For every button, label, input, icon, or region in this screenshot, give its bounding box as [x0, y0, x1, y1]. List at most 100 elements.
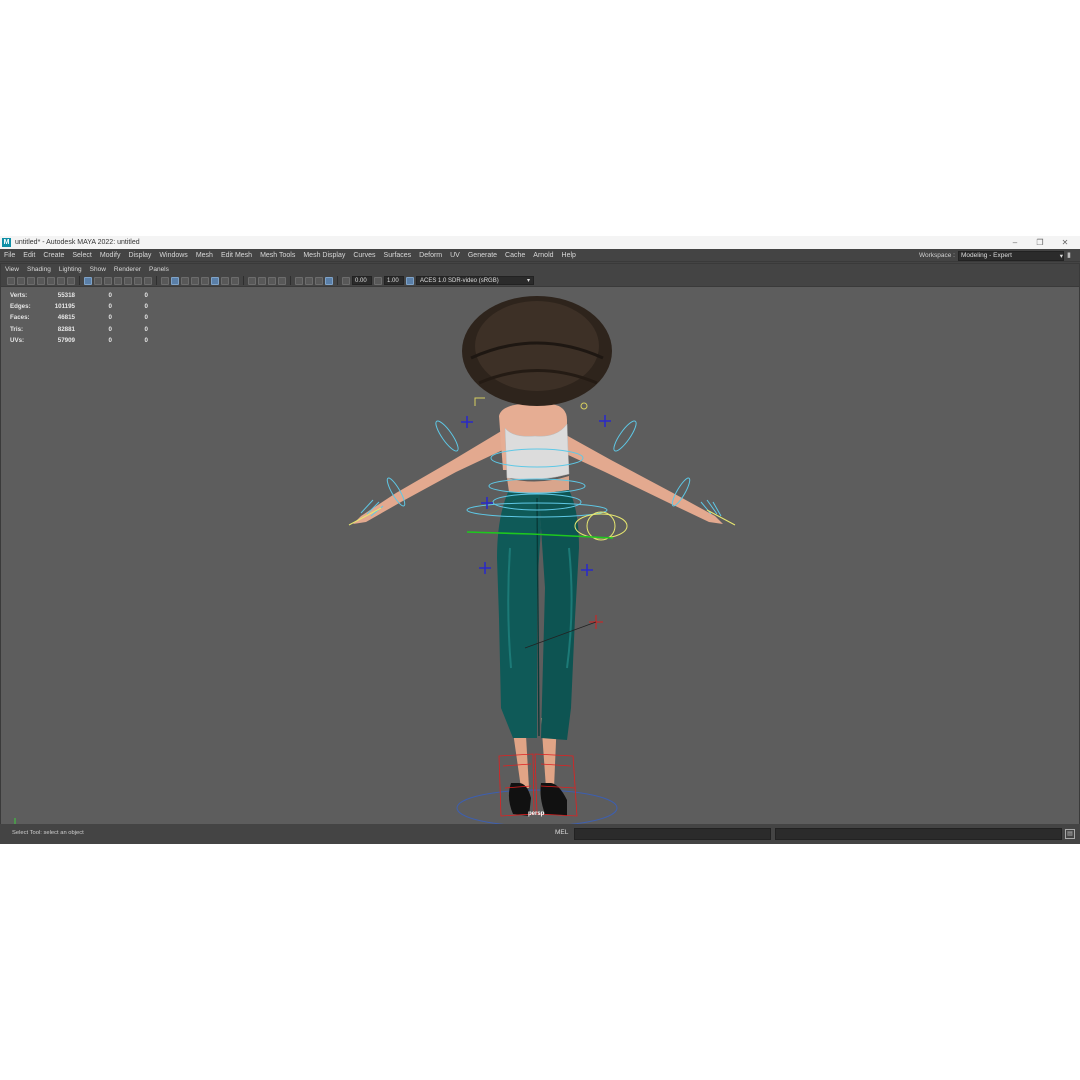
workspace-selector: Workspace : Modeling - Expert ▾ ▮	[919, 250, 1074, 261]
wireframe-on-shaded-icon[interactable]	[191, 276, 199, 285]
hud-label: Faces:	[10, 314, 30, 322]
hud-value: 0	[108, 292, 112, 300]
command-result-field	[775, 828, 1062, 840]
hud-row-edges: Edges: 101195 0 0	[10, 301, 148, 312]
panel-menu-view[interactable]: View	[1, 266, 23, 273]
screen-space-ao-icon[interactable]	[231, 276, 239, 285]
select-camera-icon[interactable]	[7, 276, 15, 285]
command-language-toggle[interactable]: MEL	[555, 829, 568, 836]
backface-culling-icon[interactable]	[325, 276, 333, 285]
hud-row-uvs: UVs: 57909 0 0	[10, 335, 148, 346]
hud-value: 0	[108, 336, 112, 344]
exposure-icon[interactable]	[342, 276, 350, 285]
default-material-icon[interactable]	[181, 276, 189, 285]
menu-arnold[interactable]: Arnold	[529, 252, 557, 259]
panel-toolbar: 0.00 1.00 ACES 1.0 SDR-video (sRGB) ▾	[1, 275, 1079, 287]
hud-value: 0	[144, 325, 148, 333]
panel-menu-shading[interactable]: Shading	[23, 266, 55, 273]
menu-deform[interactable]: Deform	[415, 252, 446, 259]
lock-camera-icon[interactable]	[17, 276, 25, 285]
hud-value: 0	[108, 314, 112, 322]
color-space-dropdown[interactable]: ACES 1.0 SDR-video (sRGB) ▾	[416, 276, 534, 285]
maya-window: M untitled* - Autodesk MAYA 2022: untitl…	[0, 236, 1080, 844]
xray-active-components-icon[interactable]	[305, 276, 313, 285]
menu-mesh[interactable]: Mesh	[192, 252, 217, 259]
hud-value: 0	[144, 314, 148, 322]
menu-mesh-display[interactable]: Mesh Display	[299, 252, 349, 259]
menu-generate[interactable]: Generate	[464, 252, 501, 259]
multisample-aa-icon[interactable]	[258, 276, 266, 285]
depth-of-field-icon[interactable]	[268, 276, 276, 285]
panel-menu-bar: View Shading Lighting Show Renderer Pane…	[1, 264, 1079, 275]
hud-row-faces: Faces: 46815 0 0	[10, 312, 148, 323]
gamma-field[interactable]: 1.00	[384, 276, 404, 285]
status-bar: Select Tool: select an object MEL ▤	[0, 824, 1080, 844]
script-editor-icon[interactable]: ▤	[1065, 829, 1075, 839]
safe-title-icon[interactable]	[144, 276, 152, 285]
color-management-icon[interactable]	[406, 276, 414, 285]
menu-cache[interactable]: Cache	[501, 252, 529, 259]
textured-icon[interactable]	[201, 276, 209, 285]
command-input[interactable]	[574, 828, 771, 840]
gamma-icon[interactable]	[374, 276, 382, 285]
menu-surfaces[interactable]: Surfaces	[380, 252, 416, 259]
2d-pan-zoom-icon[interactable]	[67, 276, 75, 285]
help-line: Select Tool: select an object	[12, 830, 84, 836]
camera-attributes-icon[interactable]	[27, 276, 35, 285]
menu-display[interactable]: Display	[124, 252, 155, 259]
menu-edit-mesh[interactable]: Edit Mesh	[217, 252, 256, 259]
menu-help[interactable]: Help	[558, 252, 580, 259]
panel-menu-renderer[interactable]: Renderer	[110, 266, 145, 273]
minimize-icon[interactable]: –	[1003, 236, 1027, 249]
wireframe-icon[interactable]	[161, 276, 169, 285]
menu-modify[interactable]: Modify	[96, 252, 125, 259]
menu-curves[interactable]: Curves	[349, 252, 379, 259]
bookmark-icon[interactable]	[37, 276, 45, 285]
smooth-shade-icon[interactable]	[171, 276, 179, 285]
character-hair	[462, 296, 612, 406]
grid-icon[interactable]	[84, 276, 92, 285]
xray-joints-icon[interactable]	[315, 276, 323, 285]
menu-mesh-tools[interactable]: Mesh Tools	[256, 252, 299, 259]
resolution-gate-icon[interactable]	[104, 276, 112, 285]
workspace-dropdown[interactable]: Modeling - Expert ▾	[958, 250, 1064, 261]
hud-label: Verts:	[10, 292, 28, 300]
grease-pencil-icon[interactable]	[57, 276, 65, 285]
menu-windows[interactable]: Windows	[155, 252, 191, 259]
menu-uv[interactable]: UV	[446, 252, 464, 259]
menu-create[interactable]: Create	[39, 252, 68, 259]
toolbar-divider	[337, 276, 338, 285]
exposure-field[interactable]: 0.00	[352, 276, 372, 285]
panel-menu-show[interactable]: Show	[86, 266, 110, 273]
toolbar-divider	[290, 276, 291, 285]
motion-blur-icon[interactable]	[248, 276, 256, 285]
character-pants	[497, 490, 579, 740]
hud-value: 55318	[57, 292, 75, 300]
panel-menu-lighting[interactable]: Lighting	[55, 266, 86, 273]
isolate-select-icon[interactable]	[278, 276, 286, 285]
film-gate-icon[interactable]	[94, 276, 102, 285]
safe-action-icon[interactable]	[134, 276, 142, 285]
maximize-icon[interactable]: ❐	[1028, 236, 1052, 249]
panel-menu-panels[interactable]: Panels	[145, 266, 173, 273]
lock-icon[interactable]: ▮	[1067, 252, 1074, 260]
image-plane-icon[interactable]	[47, 276, 55, 285]
menu-file[interactable]: File	[0, 252, 19, 259]
workspace-label: Workspace :	[918, 252, 955, 259]
hud-row-verts: Verts: 55318 0 0	[10, 290, 148, 301]
viewport-panel: View Shading Lighting Show Renderer Pane…	[0, 263, 1080, 824]
toolbar-divider	[79, 276, 80, 285]
scene-canvas[interactable]	[1, 288, 1079, 824]
gate-mask-icon[interactable]	[114, 276, 122, 285]
field-chart-icon[interactable]	[124, 276, 132, 285]
hud-value: 101195	[54, 303, 75, 311]
close-icon[interactable]: ✕	[1053, 236, 1077, 249]
3d-viewport[interactable]: Verts: 55318 0 0 Edges: 101195 0 0 Faces…	[1, 288, 1079, 824]
window-title: untitled* - Autodesk MAYA 2022: untitled	[15, 239, 140, 246]
xray-icon[interactable]	[295, 276, 303, 285]
shadows-icon[interactable]	[221, 276, 229, 285]
use-all-lights-icon[interactable]	[211, 276, 219, 285]
menu-select[interactable]: Select	[68, 252, 95, 259]
menu-edit[interactable]: Edit	[19, 252, 39, 259]
chevron-down-icon: ▾	[526, 278, 530, 284]
